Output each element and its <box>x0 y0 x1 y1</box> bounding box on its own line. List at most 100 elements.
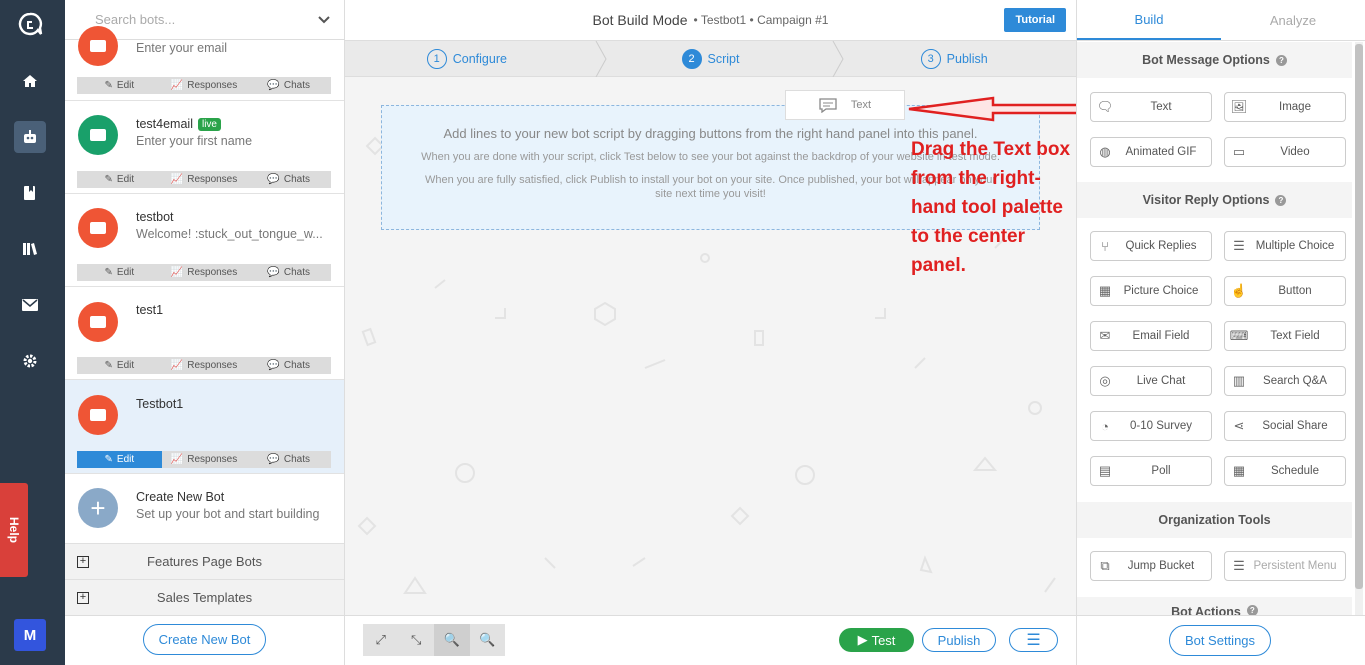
bot-item[interactable]: test4email live Enter your first name ✎ Ed… <box>65 101 344 194</box>
tool-video[interactable]: ▭ Video <box>1224 137 1346 167</box>
bot-actions: ✎ Edit 📈 Responses 💬 Chats <box>77 264 331 281</box>
tab-script[interactable]: 2 Script <box>589 41 833 76</box>
expand-icon[interactable]: + <box>77 555 89 568</box>
tool-text[interactable]: 🗨 Text <box>1090 92 1212 122</box>
envelope-icon: ✉ <box>1099 328 1111 343</box>
tool-image[interactable]: 🖼 Image <box>1224 92 1346 122</box>
chat-bubble-icon <box>90 316 106 328</box>
collapse-icon[interactable]: ⤡ <box>399 624 435 656</box>
chat-bubble-icon <box>90 40 106 52</box>
edit-button[interactable]: ✎ Edit <box>77 171 162 188</box>
annotation-text: Drag the Text box from the right-hand to… <box>911 139 1071 276</box>
help-tab[interactable]: Help <box>0 483 28 577</box>
tab-configure[interactable]: 1 Configure <box>345 41 589 76</box>
comment-icon: 🗨 <box>1096 99 1114 114</box>
chevron-down-icon[interactable] <box>318 15 330 24</box>
menu-icon[interactable]: ☰ <box>1009 628 1058 652</box>
bot-avatar <box>78 208 118 248</box>
tool-picture-choice[interactable]: ▦ Picture Choice <box>1090 276 1212 306</box>
calendar-icon: ▦ <box>1232 463 1246 478</box>
comment-icon: 💬 <box>267 174 280 185</box>
library-icon[interactable] <box>14 233 46 265</box>
responses-button[interactable]: 📈 Responses <box>162 77 247 94</box>
create-bot-item[interactable]: + Create New Bot Set up your bot and sta… <box>65 474 344 544</box>
logo-icon[interactable] <box>14 8 46 40</box>
bot-settings-button[interactable]: Bot Settings <box>1169 625 1271 656</box>
chats-button[interactable]: 💬 Chats <box>246 77 331 94</box>
chart-icon: 📈 <box>170 80 184 91</box>
bot-item[interactable]: test1 ✎ Edit 📈 Responses 💬 Chats <box>65 287 344 380</box>
clipboard-icon: ▤ <box>1098 463 1112 478</box>
tutorial-button[interactable]: Tutorial <box>1004 8 1066 32</box>
bot-item[interactable]: Enter your email ✎ Edit 📈 Responses 💬 Chats <box>65 26 344 101</box>
bot-actions: ✎ Edit 📈 Responses 💬 Chats <box>77 171 331 188</box>
tool-multiple-choice[interactable]: ☰ Multiple Choice <box>1224 231 1346 261</box>
tab-publish[interactable]: 3 Publish <box>832 41 1076 76</box>
group-sales-templates[interactable]: + Sales Templates <box>65 579 344 615</box>
tool-quick-replies[interactable]: ⑂ Quick Replies <box>1090 231 1212 261</box>
bot-name: Testbot1 <box>136 397 184 411</box>
chats-button[interactable]: 💬 Chats <box>246 451 331 468</box>
help-icon[interactable]: ? <box>1275 194 1287 206</box>
publish-button[interactable]: Publish <box>922 628 996 652</box>
tool-poll[interactable]: ▤ Poll <box>1090 456 1212 486</box>
responses-button[interactable]: 📈 Responses <box>162 451 247 468</box>
tool-text-field[interactable]: ⌨ Text Field <box>1224 321 1346 351</box>
user-avatar[interactable]: M <box>14 619 46 651</box>
edit-button[interactable]: ✎ Edit <box>77 264 162 281</box>
create-bot-subtitle: Set up your bot and start building <box>136 507 320 521</box>
page-title: Bot Build Mode <box>592 12 688 28</box>
pencil-icon: ✎ <box>104 267 113 278</box>
bookmark-icon[interactable] <box>14 177 46 209</box>
section-bot-message-options: Bot Message Options? <box>1077 42 1352 78</box>
test-button[interactable]: ▶ Test <box>839 628 914 652</box>
edit-button[interactable]: ✎ Edit <box>77 357 162 374</box>
chats-button[interactable]: 💬 Chats <box>246 171 331 188</box>
tool-jump-bucket[interactable]: ⧉ Jump Bucket <box>1090 551 1212 581</box>
tool-schedule[interactable]: ▦ Schedule <box>1224 456 1346 486</box>
tab-build[interactable]: Build <box>1077 0 1221 40</box>
bot-name: test1 <box>136 303 164 317</box>
tool-email-field[interactable]: ✉ Email Field <box>1090 321 1212 351</box>
palette-scrollbar[interactable] <box>1355 42 1363 616</box>
expand-icon[interactable]: + <box>77 591 89 604</box>
responses-button[interactable]: 📈 Responses <box>162 264 247 281</box>
tool-survey[interactable]: ◔ 0-10 Survey <box>1090 411 1212 441</box>
help-icon[interactable]: ? <box>1275 54 1287 66</box>
search-input[interactable]: Search bots... <box>95 12 175 27</box>
bot-actions: ✎ Edit 📈 Responses 💬 Chats <box>77 451 331 468</box>
responses-button[interactable]: 📈 Responses <box>162 357 247 374</box>
bot-item[interactable]: testbot Welcome! :stuck_out_tongue_w... … <box>65 194 344 287</box>
books-icon: ▥ <box>1232 373 1246 388</box>
chats-button[interactable]: 💬 Chats <box>246 264 331 281</box>
chart-icon: 📈 <box>170 360 184 371</box>
group-label: Features Page Bots <box>147 554 262 569</box>
group-features-page-bots[interactable]: + Features Page Bots <box>65 543 344 579</box>
bot-item-selected[interactable]: Testbot1 ✎ Edit 📈 Responses 💬 Chats <box>65 380 344 474</box>
tab-analyze[interactable]: Analyze <box>1221 0 1365 40</box>
chats-button[interactable]: 💬 Chats <box>246 357 331 374</box>
edit-button[interactable]: ✎ Edit <box>77 451 162 468</box>
play-icon: ▶ <box>857 632 868 647</box>
gear-icon[interactable] <box>14 345 46 377</box>
canvas-toolbar: ⤢ ⤡ 🔍 🔍 ▶ Test Publish ☰ <box>345 615 1076 665</box>
tool-persistent-menu[interactable]: ☰ Persistent Menu <box>1224 551 1346 581</box>
expand-icon[interactable]: ⤢ <box>363 624 399 656</box>
bot-actions: ✎ Edit 📈 Responses 💬 Chats <box>77 77 331 94</box>
bot-subtitle: Enter your first name <box>136 134 253 148</box>
edit-button[interactable]: ✎ Edit <box>77 77 162 94</box>
tool-live-chat[interactable]: ◎ Live Chat <box>1090 366 1212 396</box>
responses-button[interactable]: 📈 Responses <box>162 171 247 188</box>
tool-button[interactable]: ☝ Button <box>1224 276 1346 306</box>
zoom-in-icon[interactable]: 🔍 <box>470 624 506 656</box>
mail-icon[interactable] <box>14 289 46 321</box>
tool-search-qa[interactable]: ▥ Search Q&A <box>1224 366 1346 396</box>
home-icon[interactable] <box>14 65 46 97</box>
dragged-text-tool[interactable]: Text <box>785 90 905 120</box>
create-new-bot-button[interactable]: Create New Bot <box>143 624 266 655</box>
robot-icon[interactable] <box>14 121 46 153</box>
zoom-out-icon[interactable]: 🔍 <box>434 624 470 656</box>
help-icon[interactable]: ? <box>1246 605 1258 615</box>
tool-social-share[interactable]: ⋖ Social Share <box>1224 411 1346 441</box>
tool-animated-gif[interactable]: ◍ Animated GIF <box>1090 137 1212 167</box>
